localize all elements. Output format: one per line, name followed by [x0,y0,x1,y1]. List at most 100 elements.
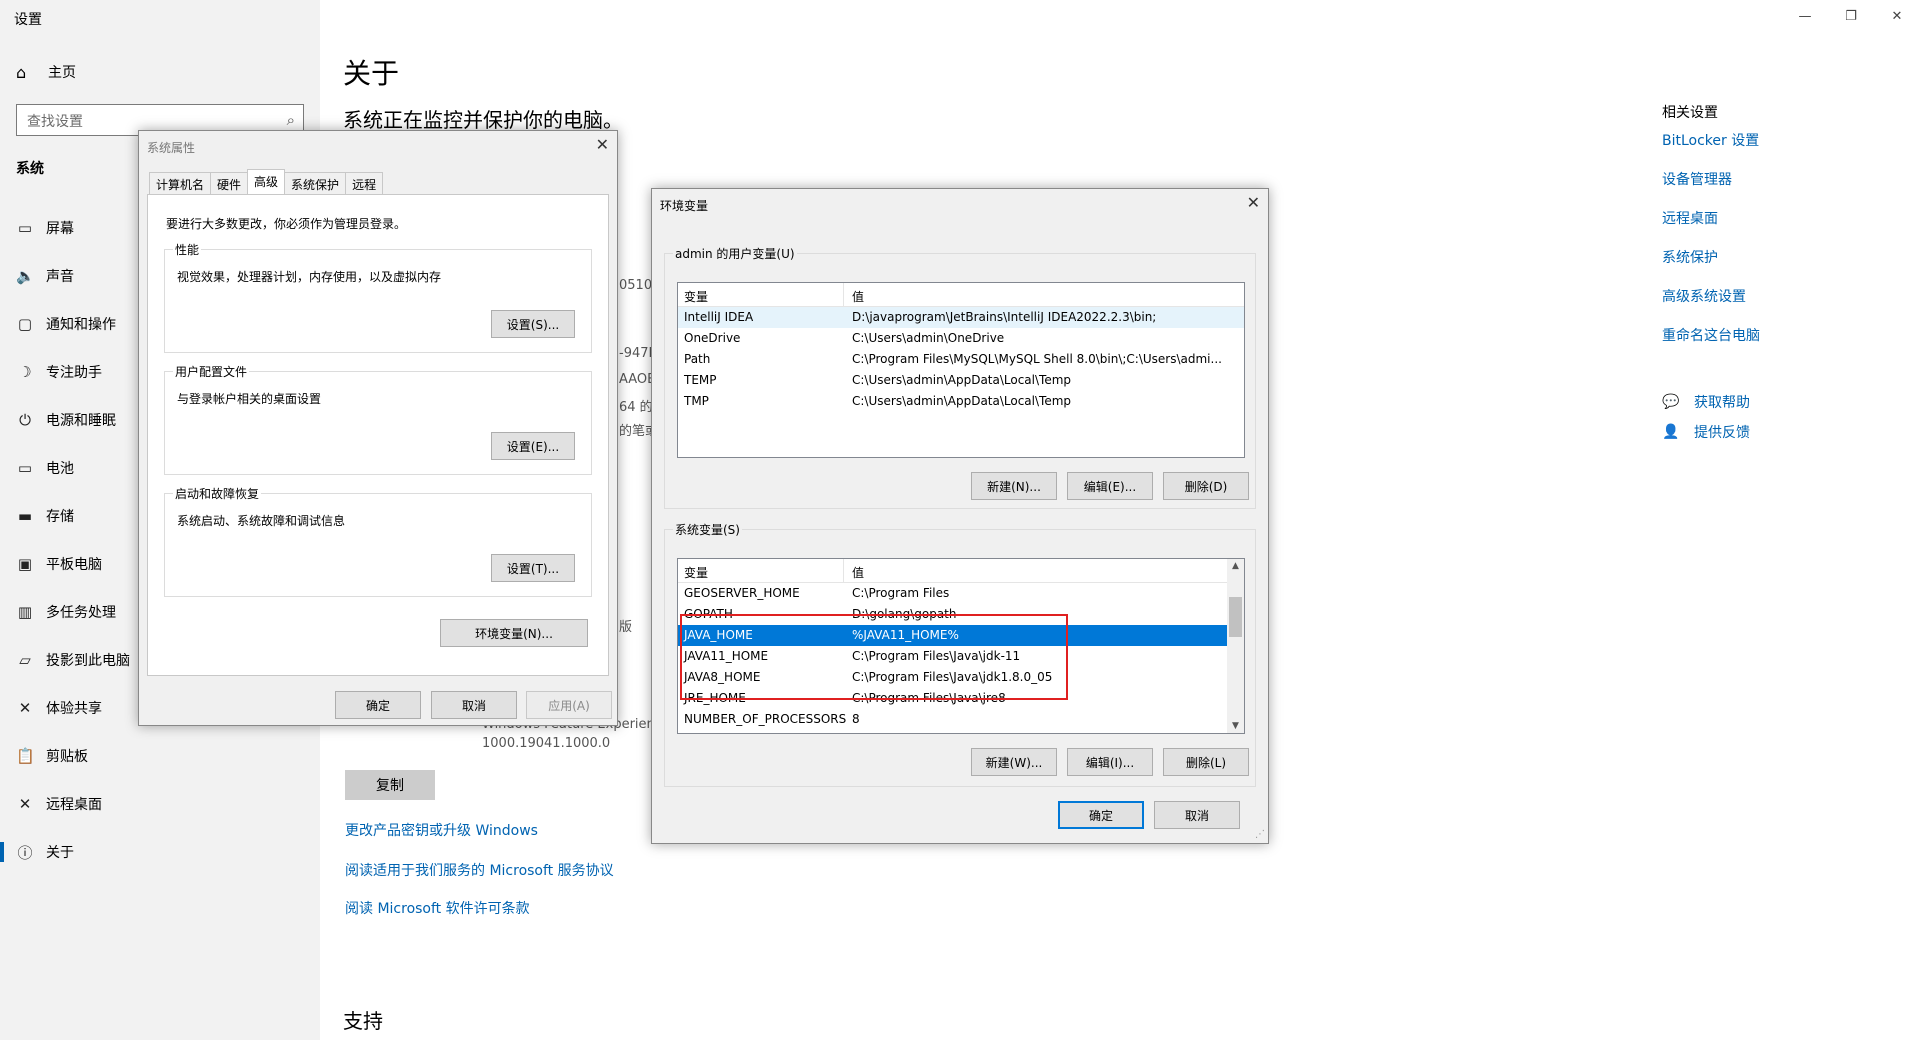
maximize-button[interactable]: ❐ [1828,0,1874,32]
user-delete-button[interactable]: 删除(D) [1163,472,1249,500]
storage-icon: ▬ [17,507,33,525]
variable-row[interactable]: JAVA_HOME %JAVA11_HOME% [678,625,1244,646]
scroll-up-icon[interactable]: ▲ [1227,561,1244,571]
performance-settings-button[interactable]: 设置(S)... [491,310,575,338]
sidebar-item-label: 多任务处理 [46,605,116,621]
sidebar-item-home[interactable]: ⌂ 主页 [16,62,76,82]
change-product-key-link[interactable]: 更改产品密钥或升级 Windows [345,820,538,840]
cancel-button[interactable]: 取消 [431,691,517,719]
device-spec-fragment: 版 [619,620,633,635]
system-edit-button[interactable]: 编辑(I)... [1067,748,1153,776]
variable-value: C:\Program Files\Java\jdk1.8.0_05 [852,670,1053,684]
variable-value: C:\Program Files [852,586,950,600]
system-variables-list: 变量 值 GEOSERVER_HOME C:\Program Files GOPAT… [677,558,1245,734]
variable-row[interactable]: OneDrive C:\Users\admin\OneDrive [678,328,1244,349]
close-icon[interactable]: ✕ [1247,193,1260,212]
variable-row[interactable]: JAVA11_HOME C:\Program Files\Java\jdk-11 [678,646,1244,667]
variable-value: D:\golang\gopath [852,607,957,621]
support-heading: 支持 [343,1009,383,1033]
sidebar-item[interactable]: ⓘ 关于 [0,828,320,876]
close-icon[interactable]: ✕ [596,135,609,154]
service-agreement-link[interactable]: 阅读适用于我们服务的 Microsoft 服务协议 [345,860,614,880]
sidebar-item-label: 投影到此电脑 [46,653,130,669]
rename-pc-link[interactable]: 重命名这台电脑 [1662,325,1760,345]
get-help-link[interactable]: 💬 获取帮助 [1662,392,1750,412]
system-new-button[interactable]: 新建(W)... [971,748,1057,776]
sidebar-item-label: 屏幕 [46,221,74,237]
system-properties-dialog: 系统属性 ✕ 计算机名 硬件 高级 系统保护 远程 要进行大多数更改，你必须作为… [138,130,618,726]
scroll-down-icon[interactable]: ▼ [1227,721,1244,731]
environment-variables-button[interactable]: 环境变量(N)... [440,619,588,647]
user-new-button[interactable]: 新建(N)... [971,472,1057,500]
advanced-system-settings-link[interactable]: 高级系统设置 [1662,286,1746,306]
group-title: 启动和故障恢复 [173,485,262,502]
tab-computer-name[interactable]: 计算机名 [149,172,212,194]
col-variable[interactable]: 变量 [684,564,708,581]
bitlocker-link[interactable]: BitLocker 设置 [1662,130,1759,150]
variable-row[interactable]: TEMP C:\Users\admin\AppData\Local\Temp [678,370,1244,391]
remote-desktop-link[interactable]: 远程桌面 [1662,208,1718,228]
user-variables-group: admin 的用户变量(U) 变量 值 IntelliJ IDEA D:\java… [664,245,1256,509]
system-protection-link[interactable]: 系统保护 [1662,247,1718,267]
related-settings-heading: 相关设置 [1662,105,1718,121]
scroll-thumb[interactable] [1229,597,1242,637]
variable-row[interactable]: TMP C:\Users\admin\AppData\Local\Temp [678,391,1244,412]
col-value[interactable]: 值 [852,564,864,581]
sidebar-item[interactable]: 📋 剪贴板 [0,732,320,780]
tab-advanced[interactable]: 高级 [247,169,286,194]
ok-button[interactable]: 确定 [1058,801,1144,829]
cancel-button[interactable]: 取消 [1154,801,1240,829]
sidebar-item[interactable]: ✕ 远程桌面 [0,780,320,828]
variable-name: GOPATH [684,607,733,621]
variable-row[interactable]: Path C:\Program Files\MySQL\MySQL Shell 8… [678,349,1244,370]
advanced-tab-panel: 要进行大多数更改，你必须作为管理员登录。 性能 视觉效果，处理器计划，内存使用，… [147,194,609,676]
close-button[interactable]: ✕ [1874,0,1920,32]
group-title: 性能 [173,241,202,258]
give-feedback-link[interactable]: 👤 提供反馈 [1662,422,1750,442]
variable-value: %JAVA11_HOME% [852,628,959,642]
variable-name: JRE_HOME [684,691,746,705]
system-delete-button[interactable]: 删除(L) [1163,748,1249,776]
user-profiles-group: 用户配置文件 与登录帐户相关的桌面设置 设置(E)... [164,363,592,475]
info-icon: ⓘ [17,843,33,862]
copy-button[interactable]: 复制 [345,770,435,800]
apply-button[interactable]: 应用(A) [526,691,612,719]
device-spec-fragment: 64 的 [619,400,653,415]
variable-name: JAVA11_HOME [684,649,769,663]
resize-grip-icon[interactable]: ⋰ [1255,829,1265,840]
col-value[interactable]: 值 [852,288,864,305]
tab-remote[interactable]: 远程 [345,172,384,194]
list-header: 变量 值 [678,559,1244,583]
group-title: 用户配置文件 [173,363,250,380]
variable-row[interactable]: JAVA8_HOME C:\Program Files\Java\jdk1.8.0… [678,667,1244,688]
variable-row[interactable]: GEOSERVER_HOME C:\Program Files [678,583,1244,604]
group-title: admin 的用户变量(U) [673,245,797,262]
tablet-icon: ▣ [17,555,33,573]
scrollbar[interactable]: ▲ ▼ [1227,559,1244,733]
variable-row[interactable]: GOPATH D:\golang\gopath [678,604,1244,625]
moon-icon: ☽ [18,363,32,381]
tab-hardware[interactable]: 硬件 [210,172,249,194]
col-variable[interactable]: 变量 [684,288,708,305]
license-terms-link[interactable]: 阅读 Microsoft 软件许可条款 [345,898,530,918]
variable-name: Path [684,352,711,366]
minimize-button[interactable]: — [1782,0,1828,32]
ok-button[interactable]: 确定 [335,691,421,719]
dialog-title: 系统属性 [147,141,196,155]
variable-row[interactable]: NUMBER_OF_PROCESSORS 8 [678,709,1244,730]
variable-value: D:\javaprogram\JetBrains\IntelliJ IDEA20… [852,310,1157,324]
user-profiles-settings-button[interactable]: 设置(E)... [491,432,575,460]
variable-row[interactable]: IntelliJ IDEA D:\javaprogram\JetBrains\In… [678,307,1244,328]
startup-recovery-settings-button[interactable]: 设置(T)... [491,554,575,582]
protection-status: 系统正在监控并保护你的电脑。 [343,108,623,132]
variable-row[interactable]: JRE_HOME C:\Program Files\Java\jre8 [678,688,1244,709]
remote-icon: ✕ [18,795,32,813]
variable-name: NUMBER_OF_PROCESSORS [684,712,847,726]
page-title: 关于 [343,57,400,90]
multitask-icon: ▥ [17,603,33,621]
device-manager-link[interactable]: 设备管理器 [1662,169,1732,189]
user-edit-button[interactable]: 编辑(E)... [1067,472,1153,500]
variable-name: JAVA8_HOME [684,670,761,684]
tab-system-protection[interactable]: 系统保护 [284,172,347,194]
variable-name: GEOSERVER_HOME [684,586,800,600]
